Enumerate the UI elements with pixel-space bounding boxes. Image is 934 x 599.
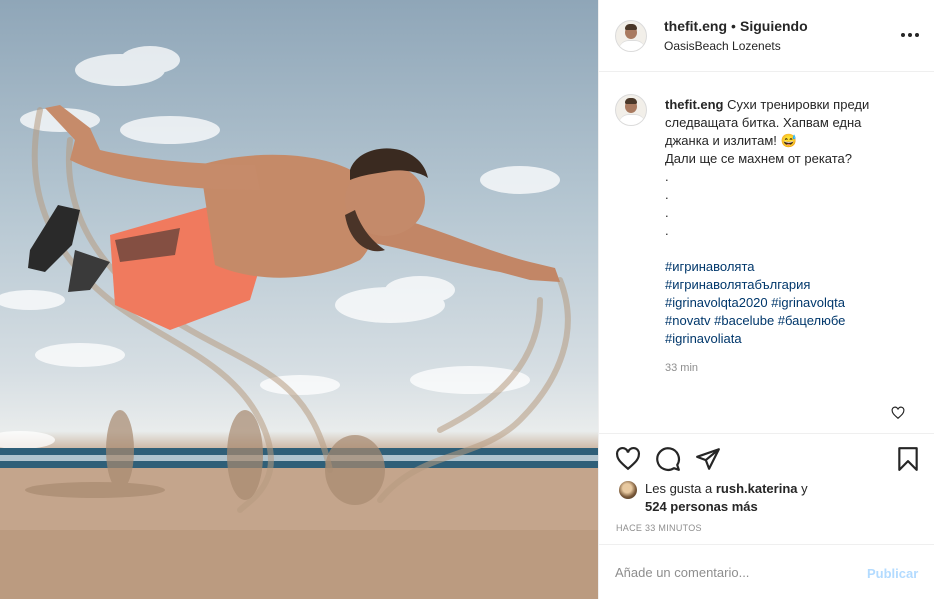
caption-like-heart-icon[interactable] xyxy=(891,406,905,420)
comment-input[interactable] xyxy=(615,565,835,580)
likes-connector: y xyxy=(801,481,808,496)
author-avatar[interactable] xyxy=(615,20,647,52)
paper-plane-icon[interactable] xyxy=(695,446,721,472)
likes-count-button[interactable]: 524 personas más xyxy=(645,499,758,514)
caption-author-avatar[interactable] xyxy=(615,94,647,126)
caption-username[interactable]: thefit.eng xyxy=(665,97,724,112)
post-actions: Les gusta a rush.katerina y 524 personas… xyxy=(599,433,934,543)
post-photo[interactable] xyxy=(0,0,598,599)
publish-button[interactable]: Publicar xyxy=(867,566,918,581)
post-location[interactable]: OasisBeach Lozenets xyxy=(664,39,781,53)
caption-line: . xyxy=(665,169,669,184)
hashtag-link[interactable]: #novatv xyxy=(665,313,711,328)
more-options-icon[interactable] xyxy=(899,24,921,46)
following-status-button[interactable]: Siguiendo xyxy=(740,18,808,34)
post-header: thefit.eng • Siguiendo OasisBeach Lozene… xyxy=(599,0,934,72)
heart-icon[interactable] xyxy=(615,446,641,472)
bookmark-icon[interactable] xyxy=(895,446,921,472)
post-timestamp[interactable]: HACE 33 MINUTOS xyxy=(616,523,702,533)
likes-prefix: Les gusta a xyxy=(645,481,713,496)
liker-username[interactable]: rush.katerina xyxy=(716,481,798,496)
author-username[interactable]: thefit.eng xyxy=(664,18,727,34)
caption-line: . xyxy=(665,187,669,202)
hashtag-link[interactable]: #igrinavolqta xyxy=(771,295,845,310)
hashtag-link[interactable]: #игринаволятабългария xyxy=(665,276,915,294)
comment-icon[interactable] xyxy=(655,446,681,472)
hashtag-link[interactable]: #бацелюбе xyxy=(778,313,846,328)
post-photo-illustration xyxy=(0,46,598,599)
caption-line: Сухи тренировки преди xyxy=(727,97,870,112)
liker-avatar[interactable] xyxy=(619,481,637,499)
comment-section: Publicar xyxy=(599,544,934,599)
separator-dot: • xyxy=(731,18,736,34)
hashtag-link[interactable]: #igrinavoliata xyxy=(665,330,915,348)
caption-line: следващата битка. Хапвам една xyxy=(665,115,862,130)
caption-line: джанка и излитам! 😅 xyxy=(665,133,797,148)
hashtag-link[interactable]: #igrinavolqta2020 xyxy=(665,295,768,310)
caption-line: Дали ще се махнем от реката? xyxy=(665,151,853,166)
likes-summary: Les gusta a rush.katerina y xyxy=(645,481,808,496)
post-side-panel: thefit.eng • Siguiendo OasisBeach Lozene… xyxy=(598,0,934,599)
hashtag-link[interactable]: #игринаволята xyxy=(665,258,915,276)
hashtag-link[interactable]: #bacelube xyxy=(714,313,774,328)
caption-time[interactable]: 33 min xyxy=(665,362,698,374)
caption-line: . xyxy=(665,205,669,220)
post-caption: thefit.eng Сухи тренировки преди следващ… xyxy=(599,72,934,432)
caption-line: . xyxy=(665,223,669,238)
caption-text: thefit.eng Сухи тренировки преди следващ… xyxy=(665,96,915,348)
